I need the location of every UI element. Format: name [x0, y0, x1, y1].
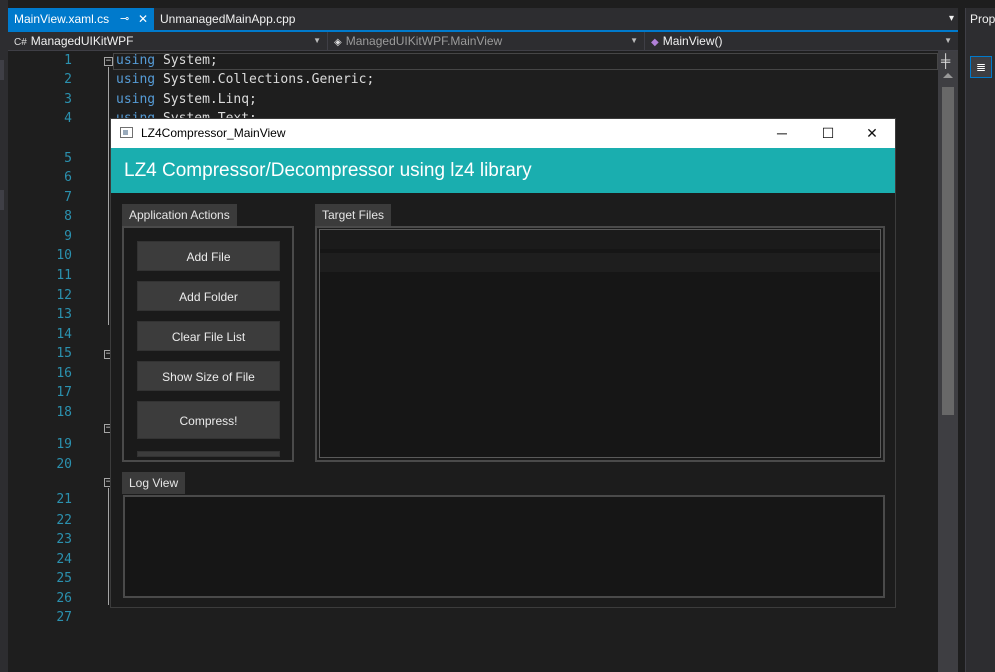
partially-hidden-button[interactable]	[137, 451, 280, 457]
clear-file-list-button[interactable]: Clear File List	[137, 321, 280, 351]
keyword: using	[116, 92, 156, 107]
line-number: 23	[56, 532, 72, 547]
show-size-of-file-button[interactable]: Show Size of File	[137, 361, 280, 391]
member-name: MainView()	[662, 34, 723, 48]
line-number: 26	[56, 591, 72, 606]
scrollbar-thumb[interactable]	[942, 87, 954, 415]
line-number: 9	[64, 229, 72, 244]
member-dropdown[interactable]: ◆ MainView() ▼	[645, 32, 958, 50]
line-number: 19	[56, 437, 72, 452]
method-icon: ◆	[651, 37, 659, 48]
csharp-project-icon: C#	[14, 37, 27, 48]
tab-mainview-xaml-cs[interactable]: MainView.xaml.cs ⊸ ✕	[8, 8, 154, 30]
type-dropdown[interactable]: ◈ ManagedUIKitWPF.MainView ▼	[328, 32, 645, 50]
fold-guide-line	[108, 67, 109, 325]
properties-panel: Prop ≣	[965, 8, 995, 672]
project-name: ManagedUIKitWPF	[30, 34, 134, 48]
tool-strip-marker[interactable]	[0, 60, 4, 80]
lz4-app-window: LZ4Compressor_MainView ─ ☐ ✕ LZ4 Compres…	[110, 118, 896, 608]
fold-guide-line	[108, 488, 109, 605]
code-text: System.Linq;	[155, 92, 257, 107]
document-tab-bar: MainView.xaml.cs ⊸ ✕ UnmanagedMainApp.cp…	[8, 8, 958, 30]
class-icon: ◈	[334, 37, 342, 48]
line-number-gutter: 1 2 3 4 5 6 7 8 9 10 11 12 13 14 15 16 1…	[30, 51, 113, 672]
line-number: 2	[64, 72, 72, 87]
line-number: 13	[56, 307, 72, 322]
line-number: 4	[64, 111, 72, 126]
log-view-header: Log View	[122, 472, 186, 494]
maximize-icon[interactable]: ☐	[805, 119, 851, 148]
line-number: 16	[56, 366, 72, 381]
list-item[interactable]	[320, 230, 880, 249]
app-header-banner: LZ4 Compressor/Decompressor using lz4 li…	[111, 148, 895, 193]
line-number: 22	[56, 513, 72, 528]
pin-icon[interactable]: ⊸	[120, 8, 129, 30]
line-number: 15	[56, 346, 72, 361]
navigation-bar: C# ManagedUIKitWPF ▼ ◈ ManagedUIKitWPF.Mai…	[8, 32, 958, 51]
compress-button[interactable]: Compress!	[137, 401, 280, 439]
chevron-down-icon: ▼	[313, 36, 321, 45]
tab-label: MainView.xaml.cs	[14, 12, 110, 26]
line-number: 3	[64, 92, 72, 107]
app-window-title: LZ4Compressor_MainView	[141, 126, 286, 140]
properties-categorized-icon[interactable]: ≣	[970, 56, 992, 78]
line-number: 20	[56, 457, 72, 472]
application-actions-group: Add File Add Folder Clear File List Show…	[122, 226, 294, 462]
code-line[interactable]: using System.Linq;	[116, 92, 257, 107]
left-tool-strip	[0, 0, 8, 672]
list-item[interactable]	[320, 253, 880, 272]
line-number: 6	[64, 170, 72, 185]
add-folder-button[interactable]: Add Folder	[137, 281, 280, 311]
app-header-title: LZ4 Compressor/Decompressor using lz4 li…	[124, 160, 532, 181]
project-dropdown[interactable]: C# ManagedUIKitWPF ▼	[8, 32, 328, 50]
target-files-list[interactable]	[319, 229, 881, 458]
line-number: 1	[64, 53, 72, 68]
line-number: 21	[56, 492, 72, 507]
target-files-header: Target Files	[315, 204, 392, 226]
split-window-icon[interactable]: ╪	[941, 53, 950, 68]
line-number: 10	[56, 248, 72, 263]
line-number: 11	[56, 268, 72, 283]
editor-vertical-scrollbar[interactable]: ╪	[938, 51, 958, 672]
keyword: using	[116, 53, 156, 68]
tab-overflow-dropdown-icon[interactable]: ▾	[949, 8, 954, 30]
minimize-icon[interactable]: ─	[759, 119, 805, 148]
chevron-down-icon: ▼	[944, 36, 952, 45]
line-number: 25	[56, 571, 72, 586]
properties-title[interactable]: Prop	[970, 12, 995, 26]
code-line[interactable]: using System;	[116, 53, 218, 68]
ide-window: MainView.xaml.cs ⊸ ✕ UnmanagedMainApp.cp…	[0, 0, 995, 672]
code-text: System;	[155, 53, 218, 68]
application-actions-header: Application Actions	[122, 204, 237, 226]
keyword: using	[116, 72, 156, 87]
current-line-highlight	[113, 53, 938, 70]
line-number: 8	[64, 209, 72, 224]
line-number: 12	[56, 288, 72, 303]
fold-collapse-icon[interactable]: −	[104, 57, 113, 66]
code-text: System.Collections.Generic;	[155, 72, 375, 87]
line-number: 5	[64, 151, 72, 166]
close-tab-icon[interactable]: ✕	[138, 8, 148, 30]
line-number: 14	[56, 327, 72, 342]
tab-label: UnmanagedMainApp.cpp	[160, 12, 296, 26]
code-line[interactable]: using System.Collections.Generic;	[116, 72, 374, 87]
chevron-down-icon: ▼	[630, 36, 638, 45]
log-view-textbox[interactable]	[123, 495, 885, 598]
tab-unmanagedmainapp-cpp[interactable]: UnmanagedMainApp.cpp	[154, 8, 314, 30]
type-name: ManagedUIKitWPF.MainView	[345, 34, 503, 48]
line-number: 7	[64, 190, 72, 205]
add-file-button[interactable]: Add File	[137, 241, 280, 271]
line-number: 27	[56, 610, 72, 625]
window-app-icon	[120, 127, 133, 138]
close-window-icon[interactable]: ✕	[849, 119, 895, 148]
line-number: 18	[56, 405, 72, 420]
app-title-bar[interactable]: LZ4Compressor_MainView ─ ☐ ✕	[111, 119, 895, 148]
line-number: 17	[56, 385, 72, 400]
tool-strip-marker[interactable]	[0, 190, 4, 210]
scroll-up-arrow-icon[interactable]	[943, 73, 953, 78]
line-number: 24	[56, 552, 72, 567]
